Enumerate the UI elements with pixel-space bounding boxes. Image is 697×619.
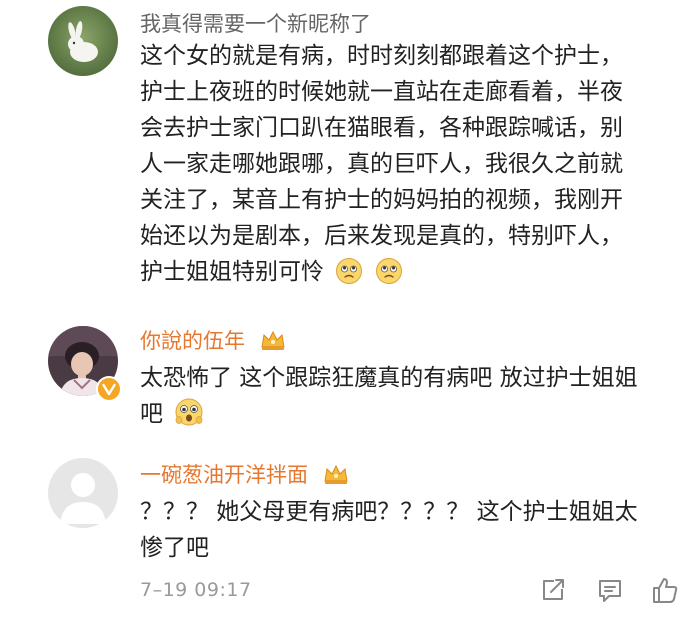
- comment-text-line-last: 吧: [140, 396, 685, 438]
- comment-username[interactable]: 一碗葱油开洋拌面: [140, 463, 308, 487]
- verified-v-icon: [96, 376, 122, 402]
- avatar[interactable]: [48, 458, 118, 528]
- comment-text: 这个女的就是有病，时时刻刻都跟着这个护士， 护士上夜班的时候她就一直站在走廊看着…: [140, 38, 685, 296]
- comment-text-line: 护士上夜班的时候她就一直站在走廊看着，半夜: [140, 79, 623, 105]
- rabbit-avatar-image: [48, 6, 118, 76]
- comment-username-row: 你說的伍年: [140, 328, 286, 357]
- sad-emoji-icon: [335, 257, 363, 296]
- comment-item: 一碗葱油开洋拌面 ？？？ 她父母更有病吧？？？？ 这个护士姐姐太 惨了吧: [0, 450, 697, 570]
- comment-text-fragment: 吧: [140, 401, 163, 427]
- share-icon[interactable]: [538, 575, 568, 605]
- comment-icon[interactable]: [595, 575, 625, 605]
- sad-emoji-icon: [375, 257, 403, 296]
- comment-text-line: 人一家走哪她跟哪，真的巨吓人，我很久之前就: [140, 151, 623, 177]
- comment-text-line-last: 护士姐姐特别可怜: [140, 254, 685, 296]
- comment-text-line: ？？？ 她父母更有病吧？？？？ 这个护士姐姐太: [140, 499, 638, 525]
- comment-thread: 我真得需要一个新昵称了 这个女的就是有病，时时刻刻都跟着这个护士， 护士上夜班的…: [0, 0, 697, 619]
- like-icon[interactable]: [650, 575, 680, 605]
- crown-icon: [323, 463, 349, 491]
- default-avatar-image: [48, 458, 118, 528]
- comment-timestamp: 7–19 09:17: [140, 579, 252, 601]
- comment-text: ？？？ 她父母更有病吧？？？？ 这个护士姐姐太 惨了吧: [140, 494, 685, 566]
- comment-text-line: 会去护士家门口趴在猫眼看，各种跟踪喊话，别: [140, 115, 623, 141]
- comment-text-line: 这个女的就是有病，时时刻刻都跟着这个护士，: [140, 43, 623, 69]
- scared-emoji-icon: [174, 397, 204, 438]
- comment-text-line: 关注了，某音上有护士的妈妈拍的视频，我刚开: [140, 187, 623, 213]
- crown-icon: [260, 329, 286, 357]
- comment-text-line: 始还以为是剧本，后来发现是真的，特别吓人，: [140, 223, 623, 249]
- avatar[interactable]: [48, 6, 118, 76]
- comment-footer: 7–19 09:17: [0, 570, 697, 619]
- comment-username[interactable]: 你說的伍年: [140, 329, 245, 353]
- comment-text: 太恐怖了 这个跟踪狂魔真的有病吧 放过护士姐姐 吧: [140, 360, 685, 438]
- comment-text-line: 太恐怖了 这个跟踪狂魔真的有病吧 放过护士姐姐: [140, 365, 638, 391]
- comment-text-fragment: 护士姐姐特别可怜: [140, 259, 324, 285]
- comment-text-line: 惨了吧: [140, 535, 209, 561]
- comment-item: 你說的伍年 太恐怖了 这个跟踪狂魔真的有病吧 放过护士姐姐 吧: [0, 310, 697, 450]
- comment-item: 我真得需要一个新昵称了 这个女的就是有病，时时刻刻都跟着这个护士， 护士上夜班的…: [0, 0, 697, 310]
- comment-username[interactable]: 我真得需要一个新昵称了: [140, 11, 371, 37]
- comment-username-row: 一碗葱油开洋拌面: [140, 462, 349, 491]
